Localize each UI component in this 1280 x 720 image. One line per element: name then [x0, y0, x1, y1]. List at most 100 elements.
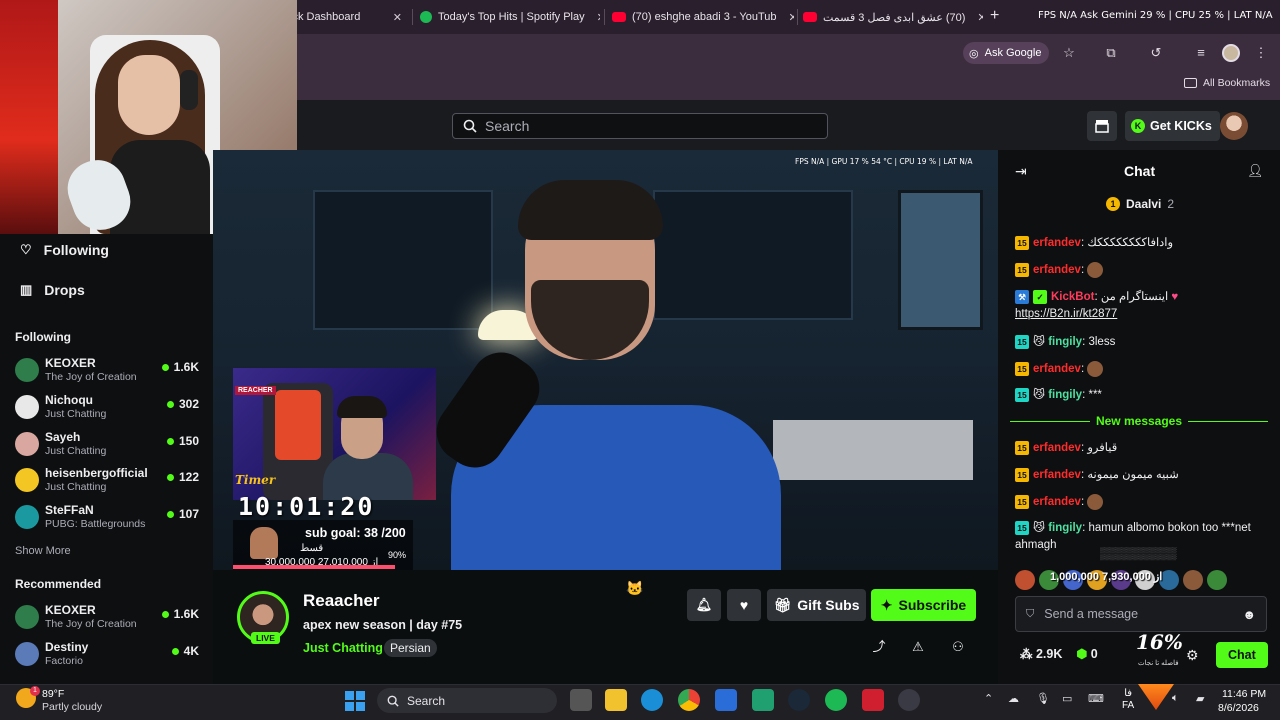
- sidebar-channel-sayeh[interactable]: Sayeh Just Chatting 150: [15, 428, 203, 462]
- close-icon[interactable]: ✕: [971, 11, 983, 24]
- close-icon[interactable]: ✕: [387, 11, 408, 24]
- tab-spotify[interactable]: Today's Top Hits | Spotify Play ✕: [420, 4, 600, 30]
- stream-category-link[interactable]: Just Chatting: [303, 641, 383, 655]
- viewer-count-value: 4K: [183, 644, 199, 658]
- steam-icon[interactable]: [788, 689, 810, 711]
- chat-message[interactable]: 15 erfandev: قيافرو: [1015, 440, 1270, 457]
- browser-profile-avatar[interactable]: [1222, 44, 1240, 62]
- menu-icon[interactable]: ⋮: [1252, 44, 1270, 62]
- chat-username: fingily: [1048, 389, 1083, 401]
- all-bookmarks-button[interactable]: All Bookmarks: [1184, 77, 1270, 89]
- ask-google-button[interactable]: ◎ Ask Google: [963, 42, 1050, 64]
- tab-dashboard[interactable]: ick Dashboard ✕: [290, 4, 408, 30]
- spotify-icon[interactable]: [825, 689, 847, 711]
- subscriber-badge-icon: 15: [1015, 495, 1029, 509]
- video-bg-desk: [773, 420, 973, 480]
- sidebar-recommended-destiny[interactable]: Destiny Factorio 4K: [15, 638, 203, 672]
- subscribe-button[interactable]: ✦ Subscribe: [871, 589, 976, 621]
- store-button[interactable]: [1087, 111, 1117, 141]
- sidebar-channel-steffan[interactable]: SteFFaN PUBG: Battlegrounds 107: [15, 501, 203, 535]
- chat-users-icon[interactable]: 👤︎: [1247, 163, 1264, 179]
- sidebar-channel-nichoqu[interactable]: Nichoqu Just Chatting 302: [15, 391, 203, 425]
- monkey-emote-icon: [1087, 262, 1104, 278]
- new-messages-divider[interactable]: New messages: [1010, 414, 1268, 428]
- chat-input[interactable]: ⛉ Send a message ☻: [1015, 596, 1267, 632]
- search-icon: [463, 119, 477, 133]
- chat-username: erfandev: [1033, 469, 1081, 481]
- star-icon[interactable]: ☆: [1060, 44, 1078, 62]
- weather-description[interactable]: Partly cloudy: [42, 701, 102, 713]
- chat-message[interactable]: 15 erfandev: وادافاككككككككك: [1015, 235, 1270, 252]
- chat-send-button[interactable]: Chat: [1216, 642, 1268, 668]
- app-icon[interactable]: [862, 689, 884, 711]
- stream-tag[interactable]: Persian: [384, 639, 437, 657]
- share-icon[interactable]: ⤴: [870, 638, 888, 656]
- media-control-icon[interactable]: ≡: [1192, 44, 1210, 62]
- chevron-up-icon[interactable]: ⌃: [984, 692, 993, 705]
- sidebar-nav-drops[interactable]: ▥ Drops: [20, 282, 85, 298]
- user-avatar[interactable]: [1220, 112, 1248, 140]
- task-view-icon[interactable]: [570, 689, 592, 711]
- pinned-gifter[interactable]: 1 Daalvi 2: [1106, 197, 1174, 211]
- close-icon[interactable]: ✕: [591, 11, 600, 24]
- chrome-icon[interactable]: [678, 689, 700, 711]
- clock-date[interactable]: 8/6/2026: [1218, 702, 1259, 714]
- subscriber-badge-icon: 15: [1015, 334, 1029, 349]
- file-explorer-icon[interactable]: [605, 689, 627, 711]
- clock-time[interactable]: 11:46 PM: [1222, 688, 1266, 700]
- app-icon[interactable]: [752, 689, 774, 711]
- weather-temp[interactable]: 89°F: [42, 688, 64, 700]
- chat-message[interactable]: 15 erfandev: شبیه میمون میمونه: [1015, 467, 1270, 484]
- gift-subs-button[interactable]: 🎁︎ Gift Subs: [767, 589, 866, 621]
- taskbar-search[interactable]: Search: [377, 688, 557, 713]
- chat-message[interactable]: 15 😼︎ fingily: ***: [1015, 387, 1270, 404]
- show-more-link[interactable]: Show More: [15, 545, 71, 557]
- youtube-icon: [803, 12, 817, 22]
- add-friend-icon[interactable]: ⚇: [949, 638, 967, 656]
- cloud-icon[interactable]: ☁: [1008, 692, 1019, 705]
- tab-youtube-2[interactable]: (70) عشق ابدی فصل 3 قسمت ✕: [803, 4, 983, 30]
- keyboard-icon[interactable]: ⌨: [1088, 692, 1104, 705]
- emoji-icon[interactable]: ☻: [1242, 607, 1256, 622]
- drops-icon: ▥: [20, 282, 33, 297]
- history-icon[interactable]: ↺: [1147, 44, 1165, 62]
- chat-message[interactable]: 15 erfandev:: [1015, 494, 1270, 511]
- viewer-count: 150: [166, 434, 199, 448]
- all-bookmarks-label: All Bookmarks: [1203, 77, 1271, 89]
- tab-youtube-1[interactable]: (70) eshghe abadi 3 - YouTub ✕: [612, 4, 794, 30]
- sidebar-recommended-keoxer[interactable]: KEOXER The Joy of Creation 1.6K: [15, 601, 203, 635]
- windows-start-button[interactable]: [345, 691, 365, 711]
- report-icon[interactable]: ⚠: [909, 638, 927, 656]
- volume-icon[interactable]: 🔈︎: [1172, 692, 1179, 705]
- gear-icon[interactable]: ⚙: [1186, 647, 1199, 664]
- chat-message[interactable]: 15 😼︎ fingily: 3less: [1015, 334, 1270, 351]
- sidebar-nav-following[interactable]: ♡ Following: [20, 242, 109, 258]
- input-language[interactable]: فا FA: [1122, 688, 1134, 712]
- sidebar-channel-keoxer[interactable]: KEOXER The Joy of Creation 1.6K: [15, 354, 203, 388]
- viewers-icon: ⁂: [1020, 647, 1033, 661]
- new-tab-button[interactable]: +: [990, 7, 999, 25]
- collapse-chat-icon[interactable]: ⇥: [1015, 163, 1027, 180]
- recommended-heading: Recommended: [15, 577, 102, 591]
- sidebar-channel-heisenbergofficial[interactable]: heisenbergofficial Just Chatting 122: [15, 464, 203, 498]
- search-input[interactable]: Search: [452, 113, 828, 139]
- chat-message[interactable]: 15 erfandev:: [1015, 262, 1270, 279]
- battery-status-icon[interactable]: ▰: [1196, 692, 1204, 705]
- channel-category: Just Chatting: [45, 445, 107, 457]
- webcam-headset: [180, 70, 198, 110]
- microphone-icon[interactable]: 🎙︎: [1036, 692, 1050, 705]
- chat-link[interactable]: https://B2n.ir/kt2877: [1015, 308, 1117, 320]
- extensions-icon[interactable]: ⧉: [1102, 44, 1120, 62]
- edge-icon[interactable]: [641, 689, 663, 711]
- close-icon[interactable]: ✕: [783, 11, 794, 24]
- battery-icon[interactable]: ▭: [1062, 692, 1072, 705]
- notification-bell-button[interactable]: 🔔︎: [687, 589, 721, 621]
- get-kicks-button[interactable]: K Get KICKs: [1125, 111, 1220, 141]
- streamer-name[interactable]: Reaacher: [303, 591, 380, 611]
- chat-message[interactable]: ⚒ ✓ KickBot: اینستاگرام من ♥ https://B2n.i…: [1015, 289, 1270, 323]
- chat-message[interactable]: 15 erfandev:: [1015, 361, 1270, 378]
- follow-button[interactable]: ♥: [727, 589, 761, 621]
- app-icon[interactable]: [898, 689, 920, 711]
- store-app-icon[interactable]: [715, 689, 737, 711]
- kicks-stat[interactable]: ⬢ 0: [1076, 646, 1097, 661]
